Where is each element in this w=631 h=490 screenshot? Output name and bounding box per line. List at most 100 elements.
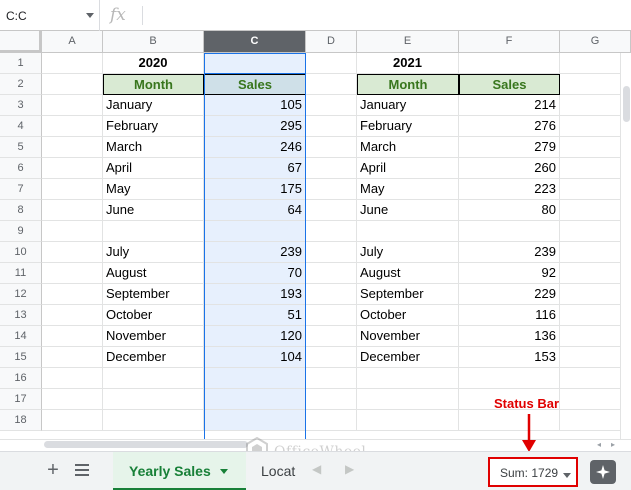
table-cell-month[interactable]: October	[103, 305, 204, 326]
select-all-corner[interactable]	[0, 31, 42, 53]
grid-cell[interactable]	[306, 74, 357, 95]
year-label-2021[interactable]: 2021	[357, 53, 459, 74]
column-header-g[interactable]: G	[560, 31, 631, 53]
row-header-12[interactable]: 12	[0, 284, 42, 305]
grid-cell[interactable]	[42, 284, 103, 305]
tab-second-sheet[interactable]: Locat	[248, 452, 300, 490]
table-cell-sales[interactable]: 276	[459, 116, 560, 137]
row-header-16[interactable]: 16	[0, 368, 42, 389]
table-cell-month[interactable]: September	[103, 284, 204, 305]
grid-cell[interactable]	[306, 179, 357, 200]
table-cell-month[interactable]: May	[357, 179, 459, 200]
table-cell-month[interactable]: January	[357, 95, 459, 116]
table-cell-sales[interactable]: 229	[459, 284, 560, 305]
table-cell-sales[interactable]: 80	[459, 200, 560, 221]
grid-cell[interactable]	[42, 347, 103, 368]
grid-cell[interactable]	[42, 242, 103, 263]
grid-cell[interactable]	[42, 179, 103, 200]
grid-cell[interactable]	[42, 158, 103, 179]
grid-cell[interactable]	[42, 305, 103, 326]
table-header-sales[interactable]: Sales	[204, 74, 306, 95]
table-cell-month[interactable]: April	[357, 158, 459, 179]
table-cell-sales[interactable]	[459, 221, 560, 242]
table-cell-month[interactable]: November	[103, 326, 204, 347]
table-cell-sales[interactable]: 105	[204, 95, 306, 116]
grid-cell[interactable]	[103, 389, 204, 410]
table-cell-month[interactable]: January	[103, 95, 204, 116]
row-header-18[interactable]: 18	[0, 410, 42, 431]
table-header-month[interactable]: Month	[357, 74, 459, 95]
table-cell-month[interactable]: February	[357, 116, 459, 137]
column-header-b[interactable]: B	[103, 31, 204, 53]
row-header-2[interactable]: 2	[0, 74, 42, 95]
grid-cell[interactable]	[103, 368, 204, 389]
grid-cell[interactable]	[42, 74, 103, 95]
chevron-down-icon[interactable]	[220, 469, 228, 474]
grid-cell[interactable]	[306, 158, 357, 179]
table-cell-sales[interactable]: 64	[204, 200, 306, 221]
table-cell-sales[interactable]	[204, 221, 306, 242]
table-cell-month[interactable]: June	[357, 200, 459, 221]
formula-input[interactable]	[150, 0, 620, 31]
grid-cell[interactable]	[306, 368, 357, 389]
grid-cell[interactable]	[459, 410, 560, 431]
grid-cell[interactable]	[42, 326, 103, 347]
table-cell-sales[interactable]: 136	[459, 326, 560, 347]
grid-cell[interactable]	[306, 263, 357, 284]
grid-cell[interactable]	[42, 389, 103, 410]
grid-cell[interactable]	[204, 410, 306, 431]
tab-scroll-left-icon[interactable]: ◀	[312, 462, 321, 476]
row-header-13[interactable]: 13	[0, 305, 42, 326]
grid-cell[interactable]	[459, 53, 560, 74]
row-header-11[interactable]: 11	[0, 263, 42, 284]
chevron-down-icon[interactable]	[563, 473, 571, 478]
table-cell-sales[interactable]: 70	[204, 263, 306, 284]
table-cell-sales[interactable]: 175	[204, 179, 306, 200]
table-cell-sales[interactable]: 51	[204, 305, 306, 326]
column-header-f[interactable]: F	[459, 31, 560, 53]
table-cell-sales[interactable]: 120	[204, 326, 306, 347]
grid-cell[interactable]	[42, 95, 103, 116]
table-cell-month[interactable]: May	[103, 179, 204, 200]
table-cell-month[interactable]: March	[357, 137, 459, 158]
row-header-7[interactable]: 7	[0, 179, 42, 200]
table-cell-month[interactable]	[357, 221, 459, 242]
row-header-14[interactable]: 14	[0, 326, 42, 347]
grid-cell[interactable]	[306, 284, 357, 305]
row-header-10[interactable]: 10	[0, 242, 42, 263]
grid-cell[interactable]	[357, 368, 459, 389]
tab-yearly-sales[interactable]: Yearly Sales	[113, 452, 246, 490]
horizontal-scrollbar-thumb[interactable]	[44, 441, 248, 448]
row-header-3[interactable]: 3	[0, 95, 42, 116]
table-cell-sales[interactable]: 279	[459, 137, 560, 158]
scroll-right-icon[interactable]: ▸	[607, 440, 619, 450]
table-cell-sales[interactable]: 193	[204, 284, 306, 305]
grid-cell[interactable]	[42, 221, 103, 242]
grid-cell[interactable]	[357, 410, 459, 431]
grid-cell[interactable]	[306, 116, 357, 137]
row-header-9[interactable]: 9	[0, 221, 42, 242]
table-cell-sales[interactable]: 153	[459, 347, 560, 368]
table-cell-month[interactable]: July	[357, 242, 459, 263]
grid-cell[interactable]	[306, 389, 357, 410]
vertical-scrollbar-thumb[interactable]	[623, 86, 630, 122]
all-sheets-menu-icon[interactable]	[73, 461, 91, 481]
column-header-c[interactable]: C	[204, 31, 306, 53]
table-cell-month[interactable]: September	[357, 284, 459, 305]
grid-cell[interactable]	[42, 53, 103, 74]
sum-dropdown[interactable]: Sum: 1729	[493, 462, 573, 482]
grid-cell[interactable]	[306, 326, 357, 347]
grid-cell[interactable]	[42, 410, 103, 431]
column-header-e[interactable]: E	[357, 31, 459, 53]
grid-cell[interactable]	[42, 137, 103, 158]
table-cell-month[interactable]: November	[357, 326, 459, 347]
tab-scroll-right-icon[interactable]: ▶	[345, 462, 354, 476]
grid-cell[interactable]	[306, 305, 357, 326]
table-cell-sales[interactable]: 214	[459, 95, 560, 116]
table-cell-sales[interactable]: 246	[204, 137, 306, 158]
table-cell-month[interactable]: June	[103, 200, 204, 221]
grid-cell[interactable]	[306, 410, 357, 431]
grid-cell[interactable]	[459, 368, 560, 389]
row-header-1[interactable]: 1	[0, 53, 42, 74]
grid-cell[interactable]	[306, 95, 357, 116]
